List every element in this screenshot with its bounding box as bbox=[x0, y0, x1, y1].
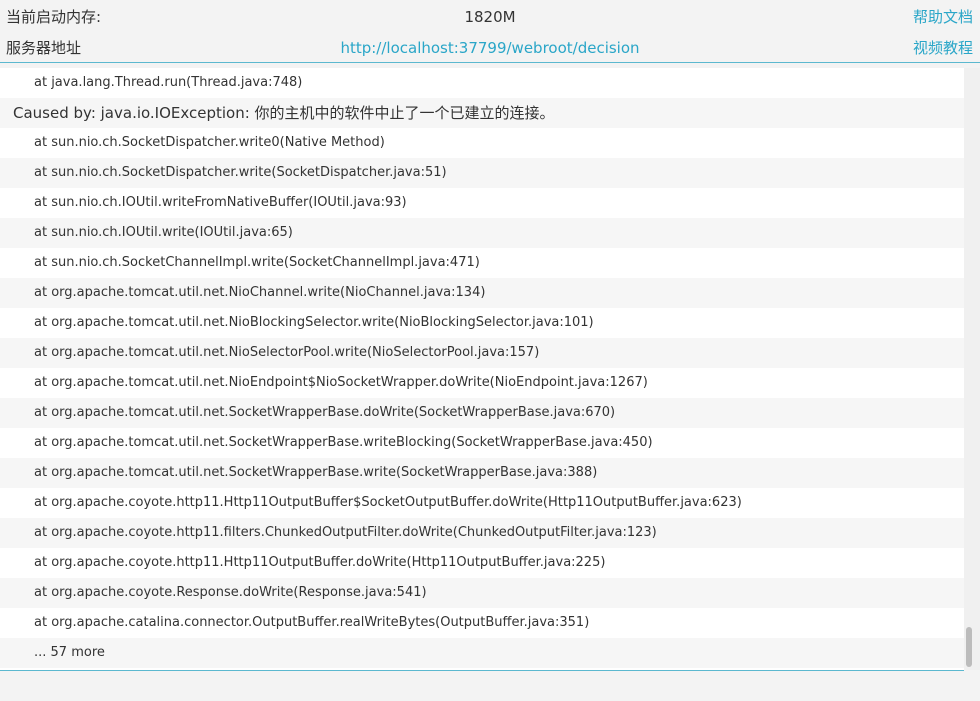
log-line: at org.apache.tomcat.util.net.NioBlockin… bbox=[34, 315, 594, 330]
memory-row: 当前启动内存: 1820M 帮助文档 bbox=[0, 3, 980, 31]
log-line: at sun.nio.ch.SocketDispatcher.write0(Na… bbox=[34, 135, 385, 150]
log-line: at org.apache.coyote.Response.doWrite(Re… bbox=[0, 578, 964, 608]
log-line: at java.lang.Thread.run(Thread.java:748) bbox=[34, 75, 303, 90]
log-scrollbar-track[interactable] bbox=[964, 68, 980, 670]
log-line: at org.apache.tomcat.util.net.NioEndpoin… bbox=[34, 375, 648, 390]
video-tutorial-link[interactable]: 视频教程 bbox=[913, 34, 973, 62]
log-line: at org.apache.coyote.http11.filters.Chun… bbox=[0, 518, 964, 548]
server-row: 服务器地址 http://localhost:37799/webroot/dec… bbox=[0, 34, 980, 62]
server-url-link[interactable]: http://localhost:37799/webroot/decision bbox=[0, 34, 980, 62]
log-line: at org.apache.coyote.http11.Http11Output… bbox=[34, 495, 742, 510]
log-line: at sun.nio.ch.SocketChannelImpl.write(So… bbox=[34, 255, 480, 270]
log-line-cause: Caused by: java.io.IOException: 你的主机中的软件… bbox=[0, 98, 964, 128]
info-header: 当前启动内存: 1820M 帮助文档 服务器地址 http://localhos… bbox=[0, 0, 980, 63]
log-line: at sun.nio.ch.SocketDispatcher.write(Soc… bbox=[0, 158, 964, 188]
log-panel: at java.lang.Thread.run(Thread.java:748)… bbox=[0, 68, 964, 671]
log-line: at org.apache.catalina.connector.OutputB… bbox=[34, 615, 590, 630]
memory-value: 1820M bbox=[464, 8, 516, 26]
log-line: at org.apache.tomcat.util.net.NioSelecto… bbox=[0, 338, 964, 368]
help-docs-link[interactable]: 帮助文档 bbox=[913, 3, 973, 31]
log-line: at org.apache.tomcat.util.net.SocketWrap… bbox=[0, 398, 964, 428]
log-line: at sun.nio.ch.IOUtil.writeFromNativeBuff… bbox=[34, 195, 407, 210]
log-scrollbar-thumb[interactable] bbox=[966, 627, 972, 667]
log-line: at org.apache.coyote.http11.Http11Output… bbox=[34, 555, 606, 570]
log-line: at org.apache.tomcat.util.net.NioChannel… bbox=[0, 278, 964, 308]
log-line-more: ... 57 more bbox=[0, 638, 964, 668]
log-line: at org.apache.tomcat.util.net.SocketWrap… bbox=[0, 458, 964, 488]
log-line: at org.apache.tomcat.util.net.SocketWrap… bbox=[34, 435, 653, 450]
log-line: at sun.nio.ch.IOUtil.write(IOUtil.java:6… bbox=[0, 218, 964, 248]
